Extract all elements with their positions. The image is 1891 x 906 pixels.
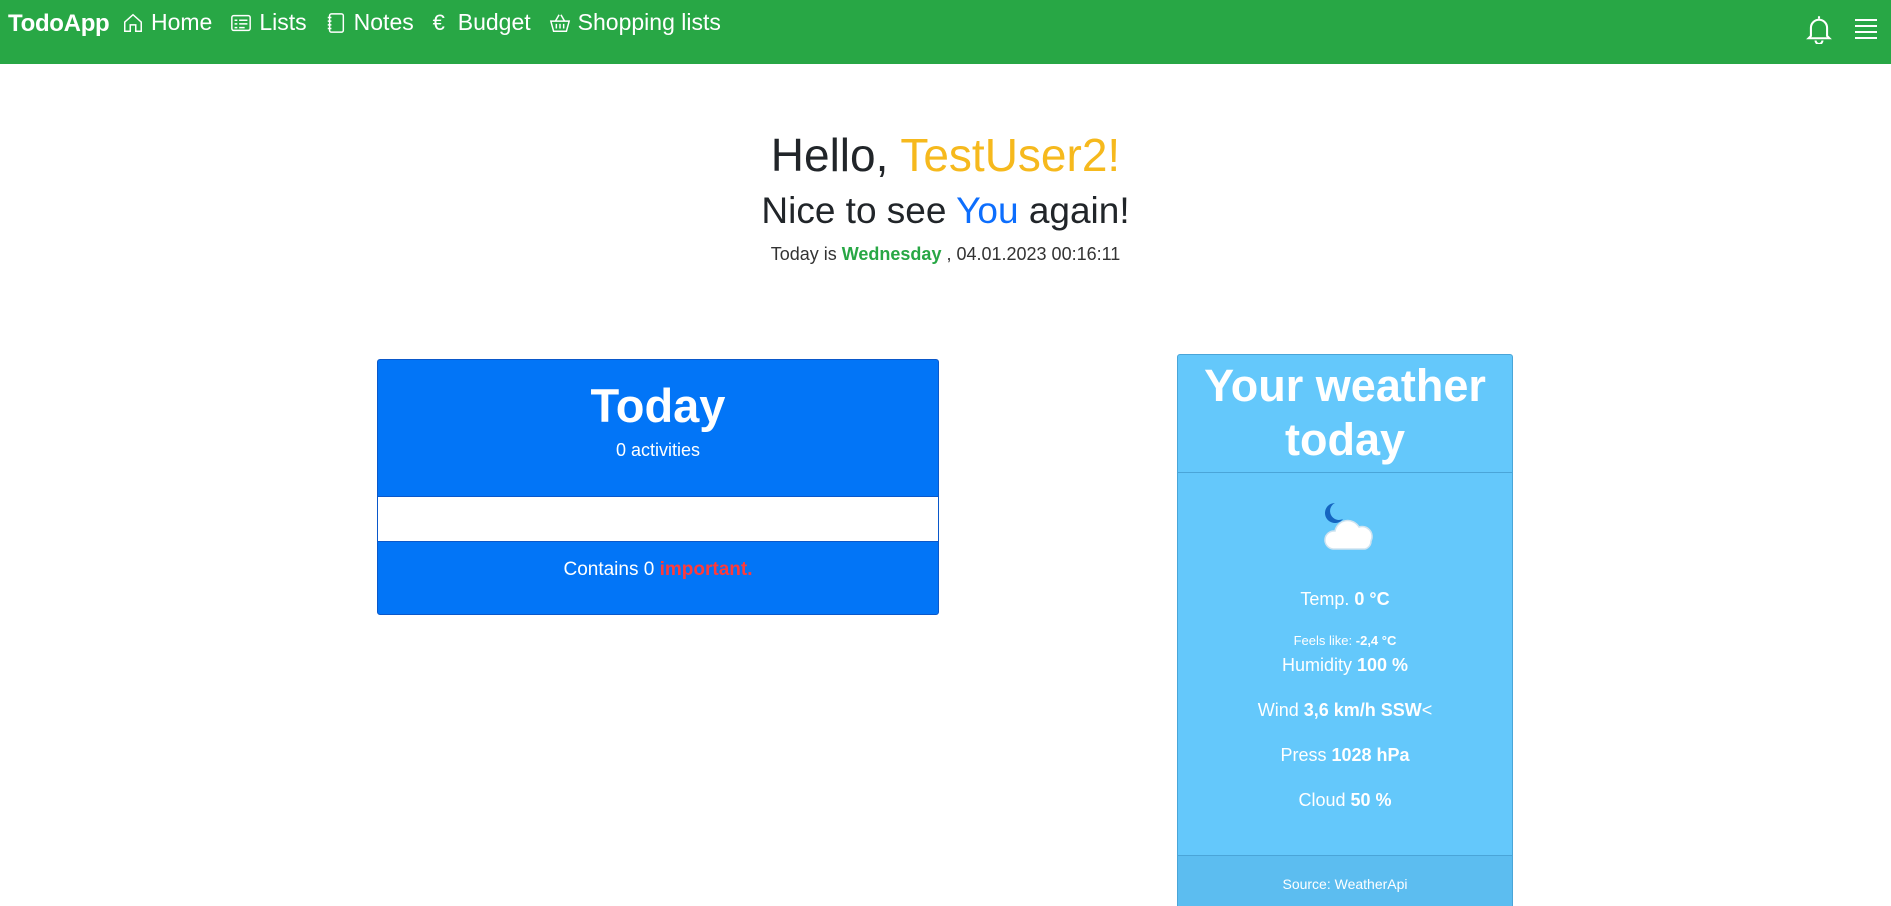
nav-actions (1805, 14, 1881, 46)
nav-item-label: Notes (353, 9, 414, 35)
euro-icon: € (432, 9, 445, 35)
activities-count: 0 activities (615, 440, 701, 460)
wind-direction-arrow-icon: < (1421, 700, 1433, 720)
hamburger-line (1855, 37, 1877, 39)
weather-humidity: Humidity 100 % (1178, 655, 1512, 676)
welcome-you: You (956, 190, 1019, 231)
nav-item-notes[interactable]: Notes (325, 9, 414, 36)
notifications-button[interactable] (1805, 14, 1833, 46)
today-is-label: Today is (770, 244, 837, 264)
pressure-value: 1028 hPa (1331, 745, 1410, 765)
nav-item-label: Budget (457, 9, 531, 35)
weekday: Wednesday (841, 244, 942, 264)
greeting-welcome-back: Nice to see You again! (0, 190, 1891, 232)
hamburger-line (1855, 25, 1877, 27)
nav-item-budget[interactable]: € Budget (432, 9, 531, 36)
nav-item-shopping-lists[interactable]: Shopping lists (549, 9, 721, 36)
cloud-label: Cloud (1298, 790, 1346, 810)
hamburger-line (1855, 31, 1877, 33)
weather-title: Your weather today (1204, 360, 1486, 465)
weather-cloud: Cloud 50 % (1178, 790, 1512, 811)
cloud-value: 50 % (1350, 790, 1392, 810)
greeting-hello: Hello, TestUser2! (0, 128, 1891, 182)
temp-label: Temp. (1300, 589, 1350, 609)
brand-logo[interactable]: TodoApp (8, 10, 110, 38)
weather-temp: Temp. 0 °C (1178, 589, 1512, 610)
weather-wind: Wind 3,6 km/h SSW< (1178, 700, 1512, 721)
humidity-label: Humidity (1281, 655, 1352, 675)
nav-item-home[interactable]: Home (122, 9, 212, 36)
username: TestUser2! (900, 129, 1121, 181)
weather-pressure: Press 1028 hPa (1178, 745, 1512, 766)
humidity-value: 100 % (1356, 655, 1409, 675)
datetime: , 04.01.2023 00:16:11 (946, 244, 1121, 264)
important-word: important. (659, 559, 753, 580)
today-title: Today (590, 379, 726, 432)
moon-cloud-icon (1324, 503, 1373, 550)
hamburger-menu-icon (1855, 19, 1877, 21)
list-card-icon (231, 14, 252, 31)
pressure-label: Press (1280, 745, 1327, 765)
feels-label: Feels like: (1293, 633, 1353, 648)
feels-value: -2,4 °C (1355, 633, 1397, 648)
wind-label: Wind (1257, 700, 1299, 720)
nav-item-label: Shopping lists (577, 9, 721, 35)
today-activity-list (378, 496, 938, 542)
top-navbar: TodoApp Home Lists Notes € Budget Shoppi… (0, 0, 1891, 64)
today-card[interactable]: Today 0 activities Contains 0 important. (377, 359, 939, 615)
bell-icon (1806, 16, 1832, 46)
wind-value: 3,6 km/h SSW (1303, 700, 1422, 720)
hamburger-menu-button[interactable] (1855, 15, 1881, 43)
nav-item-label: Home (151, 9, 213, 35)
temp-value: 0 °C (1354, 589, 1390, 609)
nav-item-label: Lists (259, 9, 307, 35)
current-date: Today is Wednesday , 04.01.2023 00:16:11 (0, 244, 1891, 265)
hello-text: Hello, (770, 129, 889, 181)
weather-divider (1178, 472, 1512, 473)
weather-feels-like: Feels like: -2,4 °C (1178, 633, 1512, 648)
house-icon (124, 13, 142, 32)
nav-item-lists[interactable]: Lists (230, 9, 307, 36)
welcome-suffix: again! (1028, 190, 1130, 231)
important-count: Contains 0 important. (378, 559, 938, 581)
welcome-prefix: Nice to see (761, 190, 947, 231)
weather-card: Your weather today Temp. 0 °C Feels like… (1177, 354, 1513, 906)
weather-source: Source: WeatherApi (1282, 876, 1408, 892)
weather-footer: Source: WeatherApi (1178, 855, 1512, 906)
notebook-icon (327, 12, 344, 33)
nav-links: Home Lists Notes € Budget Shopping lists (122, 9, 739, 36)
important-prefix: Contains 0 (563, 559, 655, 580)
basket-icon (549, 13, 570, 32)
